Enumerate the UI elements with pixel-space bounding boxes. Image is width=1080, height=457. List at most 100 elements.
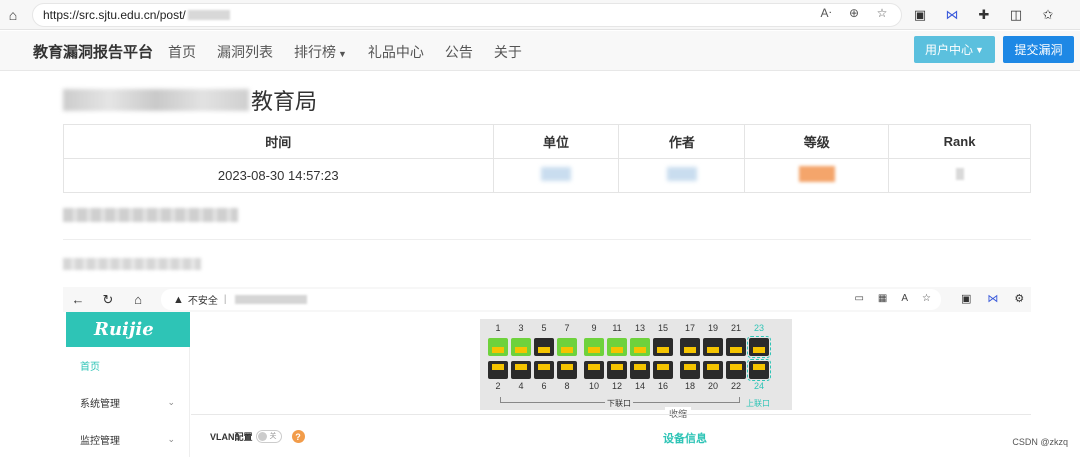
warning-icon: ▲ — [173, 293, 184, 306]
chevron-down-icon: ⌄ — [167, 397, 175, 407]
port-number-22: 22 — [730, 381, 741, 391]
header-time: 时间 — [63, 124, 494, 159]
extension-icon: ▣ — [961, 293, 972, 305]
port-number-8: 8 — [564, 381, 570, 391]
divider — [63, 239, 1031, 240]
port-number-6: 6 — [541, 381, 547, 391]
table-row: 2023-08-30 14:57:23 — [63, 158, 1031, 193]
port-17 — [680, 338, 700, 356]
port-number-15: 15 — [657, 323, 668, 333]
port-number-1: 1 — [495, 323, 501, 333]
port-number-7: 7 — [564, 323, 570, 333]
header-unit: 单位 — [492, 124, 620, 159]
port-4 — [511, 361, 531, 379]
side-item-system: 系统管理 ⌄ — [80, 397, 175, 410]
nav-ranking[interactable]: 排行榜 ▼ — [294, 42, 347, 62]
table-header-row: 时间 单位 作者 等级 Rank — [63, 124, 1031, 159]
qr-icon: ▦ — [877, 293, 888, 304]
vlan-toggle: 关 — [255, 430, 282, 443]
port-13 — [630, 338, 650, 356]
inner-address-bar: ▲ 不安全 | — [161, 289, 941, 310]
device-info-tab: 设备信息 — [663, 433, 707, 445]
site-brand[interactable]: 教育漏洞报告平台 — [33, 41, 153, 62]
nav-home[interactable]: 首页 — [168, 42, 196, 62]
post-title: 教育局 — [63, 84, 317, 116]
port-10 — [584, 361, 604, 379]
uplink-label: 上联口 — [746, 399, 770, 408]
inner-url-redacted — [234, 295, 307, 304]
caret-down-icon: ▼ — [338, 49, 347, 59]
port-21 — [726, 338, 746, 356]
title-redacted — [63, 89, 249, 111]
downlink-label: 下联口 — [605, 398, 633, 409]
nav-menu: 首页 漏洞列表 排行榜 ▼ 礼品中心 公告 关于 — [168, 42, 522, 62]
port-number-17: 17 — [684, 323, 695, 333]
address-bar[interactable]: https://src.sjtu.edu.cn/post/ Aᐧ ⊕ ☆ — [32, 3, 902, 27]
port-number-20: 20 — [707, 381, 718, 391]
settings-icon: ⚙ — [1014, 293, 1025, 305]
csdn-watermark: CSDN @zkzq — [1012, 437, 1068, 447]
cell-rank — [888, 158, 1031, 193]
nav-about[interactable]: 关于 — [494, 42, 522, 62]
inner-toolbar-right: ▣ ⋈ ⚙ — [961, 292, 1024, 305]
port-number-19: 19 — [707, 323, 718, 333]
extension-icon[interactable]: ▣ — [908, 3, 932, 27]
port-24 — [747, 359, 771, 381]
cell-time: 2023-08-30 14:57:23 — [63, 158, 494, 193]
split-screen-icon[interactable]: ◫ — [1004, 3, 1028, 27]
cell-unit[interactable] — [492, 158, 620, 193]
favorite-icon: ☆ — [922, 293, 931, 304]
insecure-label: 不安全 — [187, 296, 218, 307]
user-center-button[interactable]: 用户中心 ▼ — [914, 36, 995, 63]
home-icon[interactable]: ⌂ — [0, 3, 26, 27]
port-22 — [726, 361, 746, 379]
port-12 — [607, 361, 627, 379]
port-number-5: 5 — [541, 323, 547, 333]
port-8 — [557, 361, 577, 379]
favorite-icon[interactable]: ☆ — [871, 6, 893, 20]
url-redacted — [187, 10, 230, 20]
post-info-table: 时间 单位 作者 等级 Rank 2023-08-30 14:57:23 — [63, 124, 1031, 193]
port-2 — [488, 361, 508, 379]
port-1 — [488, 338, 508, 356]
port-18 — [680, 361, 700, 379]
port-3 — [511, 338, 531, 356]
port-9 — [584, 338, 604, 356]
back-icon: ← — [71, 292, 85, 307]
browser-toolbar: ⌂ https://src.sjtu.edu.cn/post/ Aᐧ ⊕ ☆ ▣… — [0, 0, 1080, 30]
side-item-home: 首页 — [80, 362, 100, 373]
port-number-12: 12 — [611, 381, 622, 391]
port-number-3: 3 — [518, 323, 524, 333]
inner-address-icons: ▭ ▦ A ☆ — [854, 293, 931, 304]
caret-down-icon: ▼ — [975, 44, 984, 55]
port-20 — [703, 361, 723, 379]
port-number-10: 10 — [588, 381, 599, 391]
separator: | — [223, 294, 227, 305]
embedded-screenshot: ← ↻ ⌂ ▲ 不安全 | ▭ ▦ A ☆ ▣ ⋈ ⚙ Ruijie 首页 系统… — [63, 287, 1031, 457]
nav-vuln-list[interactable]: 漏洞列表 — [217, 42, 273, 62]
favorites-list-icon[interactable]: ✩ — [1036, 3, 1060, 27]
port-16 — [653, 361, 673, 379]
split-icon[interactable]: ⋈ — [940, 3, 964, 27]
nav-notice[interactable]: 公告 — [445, 42, 473, 62]
port-number-21: 21 — [730, 323, 741, 333]
cell-author[interactable] — [618, 158, 746, 193]
header-author: 作者 — [618, 124, 746, 159]
read-aloud-icon[interactable]: Aᐧ — [815, 6, 837, 20]
port-number-11: 11 — [612, 323, 622, 333]
nav-gifts[interactable]: 礼品中心 — [368, 42, 424, 62]
header-level: 等级 — [744, 124, 890, 159]
port-number-24: 24 — [753, 381, 764, 391]
read-aloud-icon: A — [901, 293, 909, 304]
puzzle-icon[interactable]: ✚ — [972, 3, 996, 27]
inner-divider — [191, 414, 1031, 415]
port-number-4: 4 — [518, 381, 524, 391]
port-number-18: 18 — [684, 381, 695, 391]
header-rank: Rank — [888, 124, 1031, 159]
rank-redacted — [955, 168, 964, 180]
zoom-icon[interactable]: ⊕ — [843, 6, 865, 20]
submit-vuln-button[interactable]: 提交漏洞 — [1003, 36, 1074, 63]
port-number-13: 13 — [634, 323, 645, 333]
router-sidebar: Ruijie 首页 系统管理 ⌄ 监控管理 ⌄ — [66, 312, 190, 457]
cell-level — [744, 158, 890, 193]
